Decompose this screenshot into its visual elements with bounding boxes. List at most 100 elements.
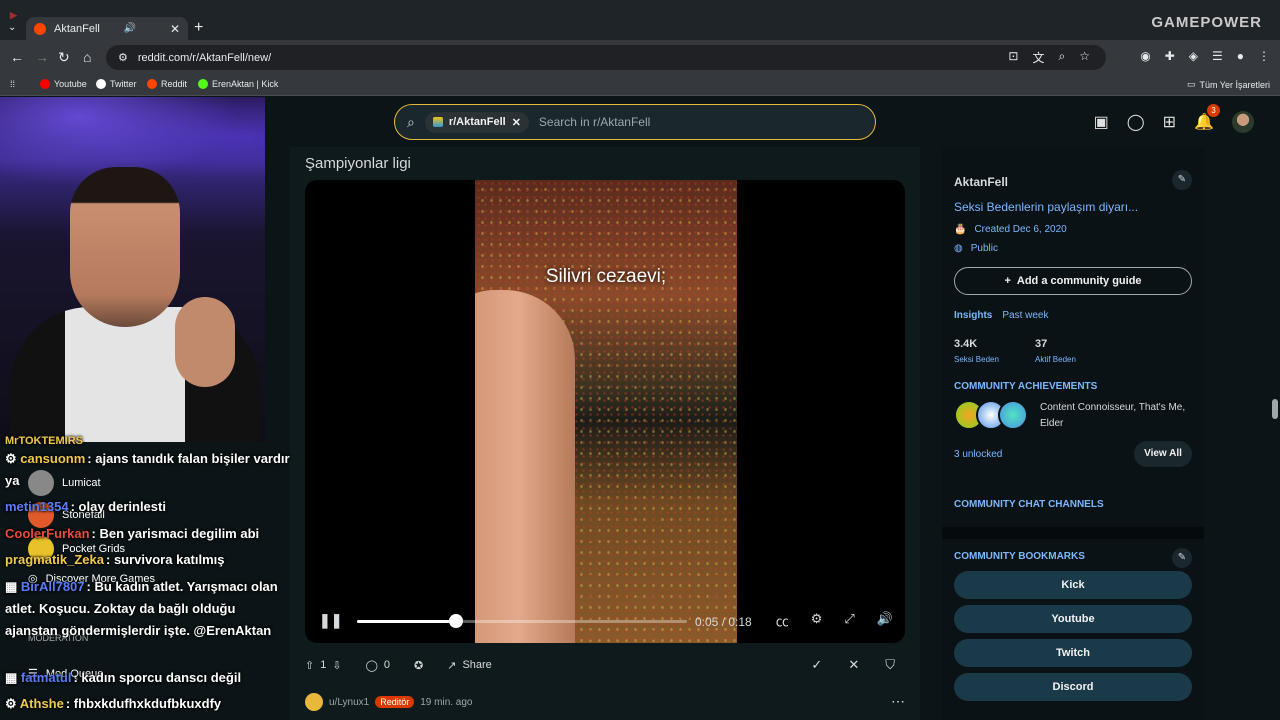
bookmark-kick[interactable]: ErenAktan | Kick: [198, 79, 278, 89]
comments-button[interactable]: ◯ 0: [366, 659, 390, 672]
chat-message: ⚙ cansuonm: ajans tanıdık falan bişiler …: [5, 448, 290, 492]
subreddit-chip-label: r/AktanFell: [448, 116, 506, 128]
more-options-icon[interactable]: ⋯: [891, 693, 905, 710]
star-icon[interactable]: ☆: [1079, 49, 1090, 66]
url-text: reddit.com/r/AktanFell/new/: [137, 51, 272, 64]
settings-icon[interactable]: ⚙: [811, 611, 823, 630]
fullscreen-icon[interactable]: ⤢: [844, 611, 854, 630]
achievement-badges[interactable]: [954, 400, 1030, 432]
speaker-icon[interactable]: 🔊: [124, 23, 136, 34]
upvote-icon[interactable]: ⇧: [305, 659, 314, 672]
bookmark-twitter[interactable]: Twitter: [96, 79, 137, 89]
captions-icon[interactable]: ㏄: [776, 611, 789, 630]
bookmark-reddit[interactable]: Reddit: [147, 79, 187, 89]
post-actions: ⇧ 1 ⇩ ◯ 0 ✪ ↗ Share ✓ ✕ ⛉: [305, 652, 905, 678]
media-icon[interactable]: ☰: [1212, 49, 1223, 63]
achievements-heading: COMMUNITY ACHIEVEMENTS: [954, 381, 1098, 392]
menu-icon[interactable]: ⋮: [1258, 49, 1270, 63]
profile-icon[interactable]: ●: [1237, 49, 1244, 63]
home-icon[interactable]: ⌂: [83, 49, 91, 65]
approve-icon[interactable]: ✓: [811, 657, 822, 673]
reload-icon[interactable]: ↻: [58, 49, 70, 66]
community-sidebar: AktanFell ✎ Seksi Bedenlerin paylaşım di…: [942, 147, 1204, 720]
browser-tab[interactable]: AktanFell 🔊 ✕: [26, 17, 188, 40]
stat-value: 3.4K: [954, 338, 978, 350]
bookmark-discord-button[interactable]: Discord: [954, 673, 1192, 701]
advertise-icon[interactable]: ▣: [1094, 112, 1109, 132]
visibility: ◍ Public: [954, 243, 998, 254]
chat-icon[interactable]: ◯: [1127, 112, 1145, 132]
bookmark-youtube-button[interactable]: Youtube: [954, 605, 1192, 633]
unlocked-count: 3 unlocked: [954, 449, 1003, 460]
forward-icon[interactable]: →: [35, 49, 49, 65]
insights-period[interactable]: Past week: [1002, 310, 1048, 321]
volume-icon[interactable]: 🔊: [877, 611, 893, 630]
install-icon[interactable]: ⊡: [1008, 49, 1018, 66]
search-input[interactable]: Search in r/AktanFell: [539, 115, 650, 129]
bookmark-label: ErenAktan | Kick: [212, 79, 279, 89]
chat-username: fatmatul: [20, 670, 72, 685]
remove-icon[interactable]: ✕: [848, 657, 859, 673]
stat-label: Aktif Beden: [1035, 355, 1076, 364]
edit-icon[interactable]: ✎: [1172, 548, 1192, 568]
video-scrubber[interactable]: [357, 614, 687, 628]
pause-icon[interactable]: ❚❚: [319, 612, 342, 629]
tab-search-icon[interactable]: ⌄: [8, 22, 16, 33]
zoom-icon[interactable]: ⌕: [1059, 49, 1066, 66]
mod-actions: ✓ ✕ ⛉: [811, 657, 895, 673]
bookmark-kick-button[interactable]: Kick: [954, 571, 1192, 599]
video-caption: Silivri cezaevi;: [545, 266, 667, 287]
next-post-age: 19 min. ago: [420, 696, 473, 708]
chat-text: : survivora katılmış: [106, 552, 225, 567]
create-post-icon[interactable]: ⊞: [1163, 112, 1176, 132]
bookmark-youtube[interactable]: Youtube: [40, 79, 87, 89]
downvote-icon[interactable]: ⇩: [332, 659, 341, 672]
all-bookmarks-label: Tüm Yer İşaretleri: [1199, 79, 1270, 90]
globe-icon: ◍: [954, 243, 963, 254]
search-bar[interactable]: ⌕ r/AktanFell ✕ Search in r/AktanFell: [394, 104, 876, 140]
chip-close-icon[interactable]: ✕: [512, 116, 521, 129]
bookmarks-card: COMMUNITY BOOKMARKS ✎ Kick Youtube Twitc…: [942, 539, 1204, 720]
bookmark-twitch-button[interactable]: Twitch: [954, 639, 1192, 667]
visibility-text: Public: [970, 243, 998, 254]
chat-channels-card: COMMUNITY CHAT CHANNELS: [942, 487, 1204, 527]
share-button[interactable]: ↗ Share: [447, 659, 492, 672]
incognito-icon[interactable]: ◈: [1189, 49, 1198, 63]
apps-icon[interactable]: ⁞⁞: [10, 79, 15, 89]
scrubber-handle[interactable]: [449, 614, 463, 628]
video-player[interactable]: Silivri cezaevi; ❚❚ 0:05 / 0:18 ㏄ ⚙ ⤢ 🔊: [305, 180, 905, 643]
edit-icon[interactable]: ✎: [1172, 170, 1192, 190]
address-bar-icons: ⊡ 文 ⌕ ☆: [1008, 49, 1090, 66]
video-controls: ㏄ ⚙ ⤢ 🔊: [776, 611, 893, 630]
address-bar[interactable]: ⚙ reddit.com/r/AktanFell/new/: [106, 45, 1106, 70]
subreddit-chip[interactable]: r/AktanFell ✕: [424, 111, 529, 133]
close-tab-icon[interactable]: ✕: [170, 22, 180, 36]
chat-channels-heading[interactable]: COMMUNITY CHAT CHANNELS: [954, 499, 1104, 510]
page-scrollbar[interactable]: [1272, 399, 1278, 419]
shield-icon[interactable]: ⛉: [885, 657, 895, 673]
site-info-icon[interactable]: ⚙: [118, 51, 128, 64]
next-post-avatar[interactable]: [305, 693, 323, 711]
bookmarks-heading: COMMUNITY BOOKMARKS: [954, 551, 1085, 562]
back-icon[interactable]: ←: [10, 49, 24, 65]
created-text: Created Dec 6, 2020: [974, 224, 1067, 235]
chat-message: CoolerFurkan: Ben yarismaci degilim abi: [5, 523, 290, 545]
chat-message: metin1354: olay derinlesti: [5, 496, 290, 518]
puzzle-icon[interactable]: ✚: [1165, 49, 1175, 63]
user-avatar[interactable]: [1232, 111, 1254, 133]
insights-label: Insights: [954, 310, 993, 321]
next-post-user[interactable]: u/Lynux1: [329, 697, 369, 708]
all-bookmarks[interactable]: ▭ Tüm Yer İşaretleri: [1187, 79, 1270, 90]
stream-chat-overlay: Lumicat Stonefall Pocket Grids ◎ Discover…: [0, 435, 290, 720]
award-button[interactable]: ✪: [414, 659, 423, 672]
reddit-icon: [147, 79, 157, 89]
streamer-hand: [175, 297, 235, 387]
stat-value: 37: [1035, 338, 1048, 350]
notifications-icon[interactable]: 🔔 3: [1194, 104, 1220, 132]
add-guide-button[interactable]: + Add a community guide: [954, 267, 1192, 295]
extension-icon[interactable]: ◉: [1140, 49, 1150, 63]
new-tab-button[interactable]: +: [194, 19, 203, 37]
post-title[interactable]: Şampiyonlar ligi: [305, 155, 411, 172]
translate-icon[interactable]: 文: [1032, 49, 1044, 66]
view-all-button[interactable]: View All: [1134, 441, 1192, 467]
